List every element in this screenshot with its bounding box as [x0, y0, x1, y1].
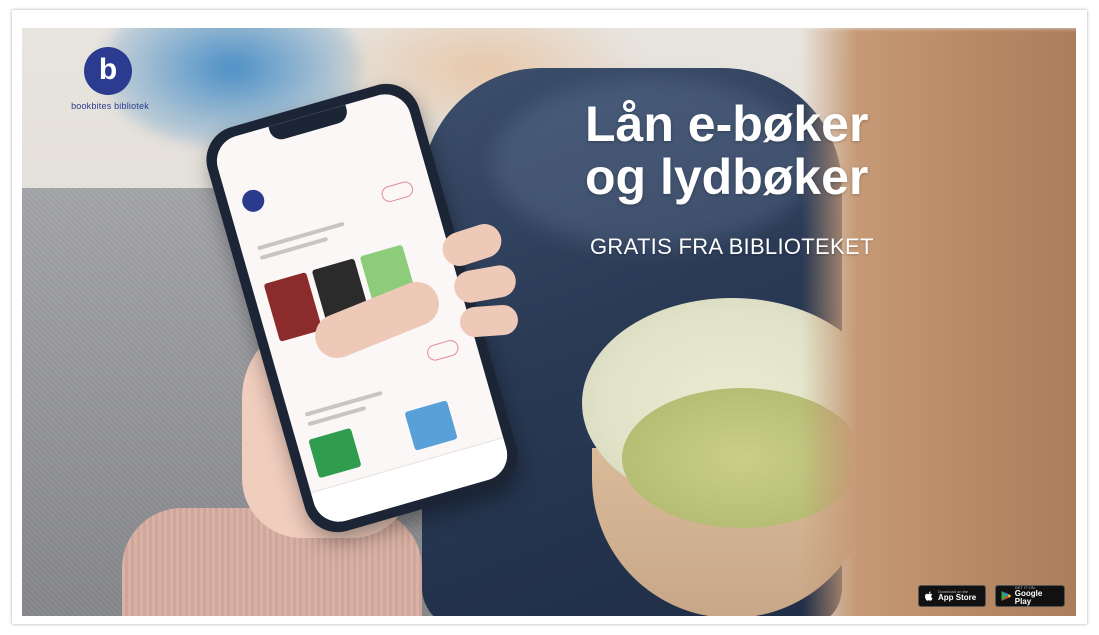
book-cover: [263, 272, 323, 342]
brand-name: bookbites bibliotek: [71, 101, 149, 111]
logo-letter: b: [98, 52, 118, 86]
apple-icon: [925, 591, 933, 601]
google-play-label: Google Play: [1014, 589, 1043, 606]
book-cover: [404, 400, 458, 451]
finger: [459, 304, 519, 338]
app-logo-icon: [239, 187, 267, 215]
app-store-label: App Store: [938, 593, 977, 602]
headline-line-2: og lydbøker: [585, 149, 869, 205]
google-play-text: GET IT ON Google Play: [1015, 586, 1060, 606]
headline-line-1: Lån e-bøker: [585, 96, 869, 152]
app-pill-button: [425, 338, 461, 363]
google-play-icon: [1001, 591, 1011, 601]
headline: Lån e-bøker og lydbøker: [585, 98, 1005, 204]
app-pill-button: [379, 179, 415, 204]
app-text-line: [259, 236, 329, 261]
app-store-badge[interactable]: Download on the App Store: [918, 585, 986, 607]
subheadline: GRATIS FRA BIBLIOTEKET: [590, 234, 874, 259]
app-store-text: Download on the App Store: [938, 590, 976, 602]
google-play-badge[interactable]: GET IT ON Google Play: [995, 585, 1065, 607]
book-cover: [308, 427, 362, 479]
bookbites-logo[interactable]: b: [84, 47, 132, 95]
